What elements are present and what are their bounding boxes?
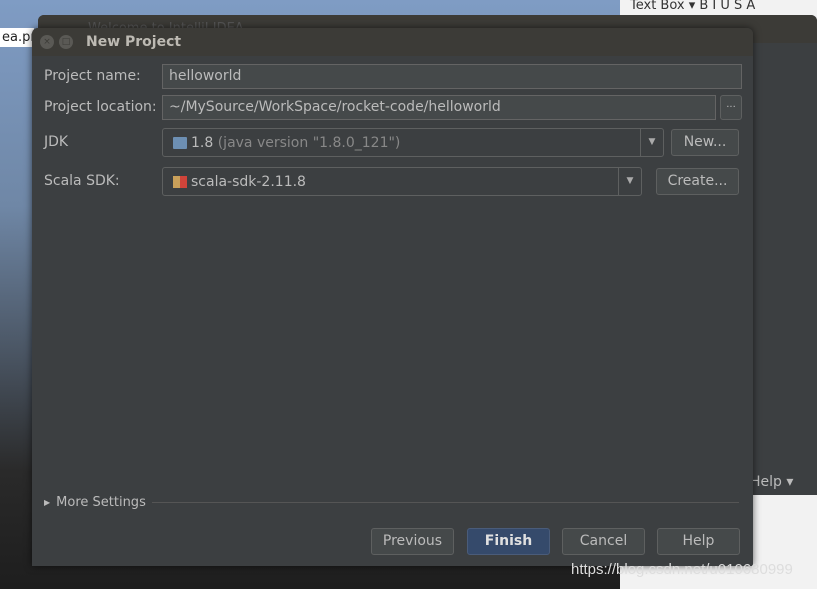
- previous-button[interactable]: Previous: [371, 528, 454, 555]
- scala-sdk-select[interactable]: scala-sdk-2.11.8 ▼: [162, 167, 642, 196]
- scala-create-button[interactable]: Create...: [656, 168, 739, 195]
- jdk-new-button[interactable]: New...: [671, 129, 739, 156]
- maximize-icon[interactable]: □: [59, 35, 73, 49]
- jdk-label: JDK: [44, 134, 69, 150]
- chevron-down-icon[interactable]: ▼: [618, 168, 641, 195]
- watermark: https://blog.csdn.net/u010680999: [571, 561, 793, 578]
- close-icon[interactable]: ×: [40, 35, 54, 49]
- scala-sdk-label: Scala SDK:: [44, 173, 120, 189]
- jdk-select[interactable]: 1.8 (java version "1.8.0_121") ▼: [162, 128, 664, 157]
- project-name-input[interactable]: helloworld: [162, 64, 742, 89]
- desktop-file-label: ea.pn: [0, 28, 34, 47]
- background-help-menu[interactable]: Help ▾: [750, 474, 793, 490]
- scala-sdk-value: scala-sdk-2.11.8: [191, 173, 306, 190]
- finish-button[interactable]: Finish: [467, 528, 550, 555]
- help-button[interactable]: Help: [657, 528, 740, 555]
- more-settings-label: More Settings: [56, 495, 146, 510]
- browse-button[interactable]: ...: [720, 95, 742, 120]
- doc-toolbar: Text Box ▾ B I U S A: [630, 0, 756, 13]
- chevron-down-icon[interactable]: ▼: [640, 129, 663, 156]
- scala-library-icon: [173, 175, 187, 188]
- expand-triangle-icon: ▶: [44, 498, 51, 507]
- new-project-dialog: × □ New Project Project name: helloworld…: [32, 28, 753, 566]
- project-location-label: Project location:: [44, 99, 157, 115]
- title-bar: × □ New Project: [32, 28, 753, 56]
- project-name-label: Project name:: [44, 68, 141, 84]
- jdk-detail: (java version "1.8.0_121"): [217, 134, 401, 151]
- more-settings-toggle[interactable]: ▶ More Settings: [44, 495, 739, 510]
- separator: [151, 502, 739, 503]
- jdk-version: 1.8: [191, 134, 214, 151]
- jdk-folder-icon: [173, 136, 187, 149]
- dialog-title: New Project: [86, 34, 182, 50]
- cancel-button[interactable]: Cancel: [562, 528, 645, 555]
- project-location-input[interactable]: ~/MySource/WorkSpace/rocket-code/hellowo…: [162, 95, 716, 120]
